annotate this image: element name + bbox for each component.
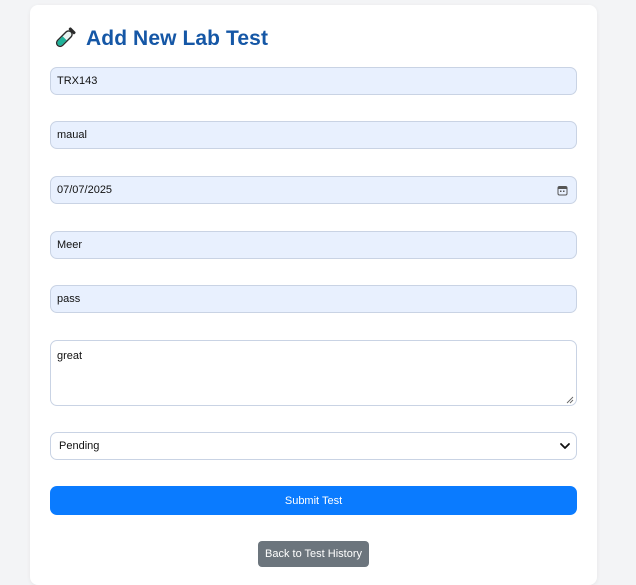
result-value: pass [57,293,81,305]
calendar-icon[interactable] [557,185,568,196]
status-select[interactable]: Pending [50,432,577,460]
back-to-history-button[interactable]: Back to Test History [258,541,369,567]
test-tube-icon [50,25,78,53]
page-title-row: Add New Lab Test [50,23,268,55]
chevron-down-icon [558,439,572,453]
test-date-field[interactable]: 07/07/2025 [50,176,577,204]
page-title: Add New Lab Test [86,27,269,50]
resize-grip-icon[interactable] [566,395,574,404]
remarks-textarea[interactable]: great [50,340,577,406]
test-type-value: maual [57,129,87,141]
test-date-value: 07/07/2025 [57,184,113,196]
test-id-field[interactable]: TRX143 [50,67,577,95]
patient-name-field[interactable]: Meer [50,231,577,259]
remarks-value: great [57,350,83,362]
submit-test-button[interactable]: Submit Test [50,486,577,515]
patient-name-value: Meer [57,239,83,251]
form-card: Add New Lab Test TRX143 maual 07/07/2025… [30,5,597,585]
status-selected-value: Pending [59,440,100,452]
test-id-value: TRX143 [57,75,98,87]
result-field[interactable]: pass [50,285,577,313]
test-type-field[interactable]: maual [50,121,577,149]
